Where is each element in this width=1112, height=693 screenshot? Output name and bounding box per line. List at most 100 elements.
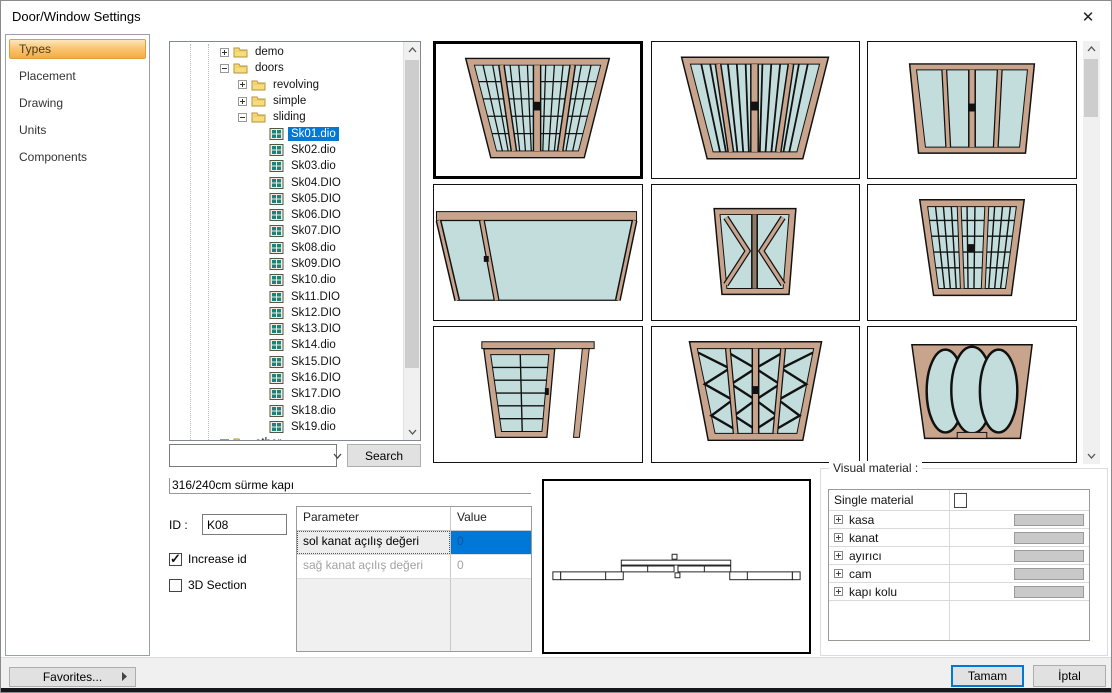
door-file-icon [269,128,284,140]
checkbox-box[interactable] [169,579,182,592]
tree-item-sk11-dio[interactable]: Sk11.DIO [170,288,403,304]
material-swatch-kapi-kolu[interactable] [1014,586,1084,598]
collapse-minus-icon[interactable] [238,113,247,122]
parameter-row-sag-kanat[interactable]: sağ kanat açılış değeri 0 [297,555,531,579]
tree-item-sk16-dio[interactable]: Sk16.DIO [170,370,403,386]
door-file-icon [269,209,284,221]
increase-id-checkbox[interactable]: Increase id [169,552,247,566]
thumbnail-sk05[interactable] [651,184,860,321]
tree-item-sk04-dio[interactable]: Sk04.DIO [170,174,403,190]
nav-item-components[interactable]: Components [9,147,146,167]
tree-guide-line [190,44,191,440]
plan-view-drawing [544,481,809,652]
window-bottom-edge [1,688,1111,692]
tree-item-simple[interactable]: simple [170,93,403,109]
door-drawing-oval-panels [868,327,1076,462]
folder-icon [233,46,248,58]
tree-item-sk15-dio[interactable]: Sk15.DIO [170,354,403,370]
search-input[interactable] [170,445,333,466]
tree-item-sk05-dio[interactable]: Sk05.DIO [170,191,403,207]
cancel-button[interactable]: İptal [1033,665,1106,687]
door-file-icon [269,177,284,189]
tree-item-sk09-dio[interactable]: Sk09.DIO [170,256,403,272]
material-row-kasa[interactable]: kasa [829,511,1089,529]
favorites-button[interactable]: Favorites... [9,667,136,687]
id-input[interactable] [202,514,287,535]
scroll-up-icon[interactable] [404,42,420,58]
nav-item-drawing[interactable]: Drawing [9,93,146,113]
tree-item-sk01-dio[interactable]: Sk01.dio [170,125,403,141]
gallery-scrollbar[interactable] [1083,41,1100,464]
material-row-kapi-kolu[interactable]: kapı kolu [829,583,1089,601]
single-material-checkbox[interactable] [954,493,967,508]
expand-plus-icon[interactable] [238,80,247,89]
tree-item-sk08-dio[interactable]: Sk08.dio [170,240,403,256]
tree-item-doors[interactable]: doors [170,60,403,76]
plan-preview-panel [542,479,811,654]
door-file-icon [269,291,284,303]
door-file-icon [269,339,284,351]
door-file-icon [269,144,284,156]
material-swatch-kasa[interactable] [1014,514,1084,526]
door-drawing-large-glass [434,185,642,320]
tree-item-demo[interactable]: demo [170,44,403,60]
tree-item-sk19-dio[interactable]: Sk19.dio [170,419,403,435]
settings-nav: Types Placement Drawing Units Components [5,34,150,656]
folder-icon [251,79,266,91]
collapse-minus-icon[interactable] [220,64,229,73]
scroll-up-icon[interactable] [1083,41,1099,57]
tree-item-sliding[interactable]: sliding [170,109,403,125]
thumbnail-sk03[interactable] [867,41,1077,179]
door-drawing-plain-four-panel [868,42,1076,178]
nav-item-types[interactable]: Types [9,39,146,59]
selected-item-description: 316/240cm sürme kapı [169,478,531,494]
door-file-icon [269,225,284,237]
expand-plus-icon[interactable] [238,97,247,106]
material-row-cam[interactable]: cam [829,565,1089,583]
material-swatch-cam[interactable] [1014,568,1084,580]
thumbnail-sk09[interactable] [867,326,1077,463]
material-swatch-kanat[interactable] [1014,532,1084,544]
thumbnail-sk02[interactable] [651,41,860,179]
door-drawing-diamond-double [652,185,859,320]
scroll-down-icon[interactable] [404,424,420,440]
expand-plus-icon[interactable] [220,439,229,440]
close-icon[interactable]: ✕ [1073,5,1103,29]
tree-item-sk14-dio[interactable]: Sk14.dio [170,337,403,353]
thumbnail-sk04[interactable] [433,184,643,321]
tree-item-revolving[interactable]: revolving [170,77,403,93]
tree-item-sk12-dio[interactable]: Sk12.DIO [170,305,403,321]
tree-item-sk17-dio[interactable]: Sk17.DIO [170,386,403,402]
material-table: Single material kasa kanat ayırıcı cam k… [828,489,1090,641]
tree-item-sk03-dio[interactable]: Sk03.dio [170,158,403,174]
door-file-icon [269,258,284,270]
expand-plus-icon[interactable] [220,48,229,57]
gallery-scroll-thumb[interactable] [1084,59,1098,117]
tree-item-sk13-dio[interactable]: Sk13.DIO [170,321,403,337]
tree-item-sk10-dio[interactable]: Sk10.dio [170,272,403,288]
material-row-kanat[interactable]: kanat [829,529,1089,547]
material-swatch-ayirici[interactable] [1014,550,1084,562]
tree-item-sk06-dio[interactable]: Sk06.DIO [170,207,403,223]
parameter-row-sol-kanat[interactable]: sol kanat açılış değeri 0 [297,531,531,555]
tree-item-sk02-dio[interactable]: Sk02.dio [170,142,403,158]
chevron-down-icon[interactable] [333,445,342,466]
thumbnail-sk06[interactable] [867,184,1077,321]
3d-section-checkbox[interactable]: 3D Section [169,578,247,592]
nav-item-units[interactable]: Units [9,120,146,140]
tree-scrollbar[interactable] [403,42,420,440]
tree-scroll-thumb[interactable] [405,60,419,368]
scroll-down-icon[interactable] [1083,448,1099,464]
material-row-ayirici[interactable]: ayırıcı [829,547,1089,565]
checkbox-box[interactable] [169,553,182,566]
nav-item-placement[interactable]: Placement [9,66,146,86]
search-button[interactable]: Search [347,444,421,467]
tree-item-sk18-dio[interactable]: Sk18.dio [170,403,403,419]
thumbnail-sk07[interactable] [433,326,643,463]
tree-item-sk07-dio[interactable]: Sk07.DIO [170,223,403,239]
thumbnail-sk08[interactable] [651,326,860,463]
thumbnail-sk01[interactable] [433,41,643,179]
search-combo[interactable] [169,444,337,467]
ok-button[interactable]: Tamam [951,665,1024,687]
tree-item-other[interactable]: other [170,435,403,440]
